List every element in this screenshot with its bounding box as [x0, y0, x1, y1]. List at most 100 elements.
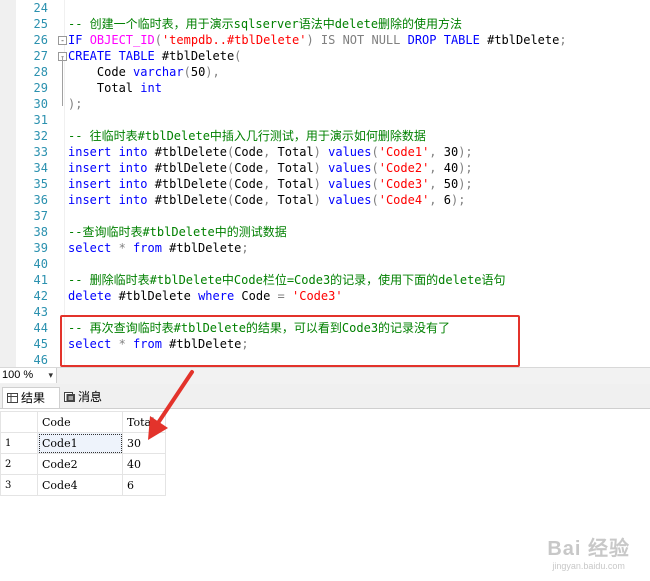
code-line[interactable]: 31: [0, 112, 650, 128]
code-token: ): [313, 193, 329, 207]
line-number: 35: [33, 177, 48, 191]
line-number: 42: [33, 289, 48, 303]
code-line[interactable]: 32 -- 往临时表#tblDelete中插入几行测试，用于演示如何删除数据: [0, 128, 650, 144]
zoom-value: 100 %: [2, 369, 34, 381]
code-token: Total: [277, 193, 314, 207]
row-number[interactable]: 2: [0, 453, 38, 475]
code-line[interactable]: 24: [0, 0, 650, 16]
code-line[interactable]: 35 insert into #tblDelete (Code, Total) va…: [0, 176, 650, 192]
code-token: Total: [277, 177, 314, 191]
code-text: Total int: [68, 80, 162, 96]
code-token: ): [313, 161, 329, 175]
code-token: IF: [68, 33, 90, 47]
line-number: 31: [33, 113, 48, 127]
code-token: #tblDelete: [118, 289, 199, 303]
code-token: *: [118, 241, 134, 255]
code-token: ): [313, 177, 329, 191]
code-line[interactable]: 40: [0, 256, 650, 272]
tab-messages[interactable]: 消息: [62, 387, 118, 407]
code-text: insert into #tblDelete (Code, Total) valu…: [68, 160, 473, 176]
line-number: 27: [33, 49, 48, 63]
code-line[interactable]: 36 insert into #tblDelete (Code, Total) va…: [0, 192, 650, 208]
code-token: (: [234, 49, 242, 63]
code-token: -- 删除临时表#tblDelete中Code栏位=Code3的记录，使用下面的…: [68, 273, 506, 287]
highlight-annotation-box: [60, 315, 520, 367]
code-line[interactable]: 30);: [0, 96, 650, 112]
line-number: 30: [33, 97, 48, 111]
code-token: (: [154, 33, 162, 47]
message-icon: [64, 392, 75, 402]
code-token: #tblDelete: [169, 241, 242, 255]
code-token: 'Code3': [378, 177, 430, 191]
code-line[interactable]: 27-CREATE TABLE #tblDelete(: [0, 48, 650, 64]
code-token: 'Code2': [378, 161, 430, 175]
code-token: 'Code4': [378, 193, 430, 207]
code-token: 50: [190, 65, 206, 79]
code-token: ;: [241, 241, 249, 255]
code-token: ,: [263, 193, 278, 207]
code-line[interactable]: 39 select * from #tblDelete;: [0, 240, 650, 256]
code-token: Code: [234, 161, 264, 175]
grid-cell-total[interactable]: 6: [122, 474, 166, 496]
code-token: ,: [263, 177, 278, 191]
code-text: CREATE TABLE #tblDelete(: [68, 48, 241, 64]
watermark-url: jingyan.baidu.com: [552, 561, 625, 571]
code-token: varchar: [133, 65, 184, 79]
code-token: Code: [234, 145, 264, 159]
code-text: --查询临时表#tblDelete中的测试数据: [68, 224, 287, 240]
sql-editor[interactable]: 24 25 -- 创建一个临时表，用于演示sqlserver语法中delete删除的…: [0, 0, 650, 367]
code-line[interactable]: 33 insert into #tblDelete (Code, Total) va…: [0, 144, 650, 160]
code-line[interactable]: 41 -- 删除临时表#tblDelete中Code栏位=Code3的记录，使用下…: [0, 272, 650, 288]
code-token: (: [371, 145, 379, 159]
code-line[interactable]: 26 - IF OBJECT_ID('tempdb..#tblDelete') IS…: [0, 32, 650, 48]
code-token: 40: [443, 161, 459, 175]
line-number: 25: [33, 17, 48, 31]
code-token: (: [371, 193, 379, 207]
code-token: values: [328, 177, 372, 191]
code-token: ,: [263, 161, 278, 175]
line-number: 34: [33, 161, 48, 175]
code-token: );: [458, 177, 473, 191]
code-token: Code: [234, 177, 264, 191]
code-token: ): [313, 145, 329, 159]
code-token: Total: [277, 161, 314, 175]
code-token: (: [183, 65, 191, 79]
zoom-dropdown[interactable]: 100 % ▾: [0, 368, 57, 383]
code-text: select * from #tblDelete;: [68, 240, 249, 256]
code-line[interactable]: 37: [0, 208, 650, 224]
code-text: delete #tblDelete where Code = 'Code3': [68, 288, 343, 304]
line-number: 26: [33, 33, 48, 47]
code-line[interactable]: 34 insert into #tblDelete (Code, Total) va…: [0, 160, 650, 176]
code-text: -- 往临时表#tblDelete中插入几行测试，用于演示如何删除数据: [68, 128, 426, 144]
code-token: Total: [68, 81, 141, 95]
column-header-code[interactable]: Code: [37, 411, 123, 433]
results-tabs: 结果 消息: [0, 384, 650, 409]
row-number[interactable]: 3: [0, 474, 38, 496]
collapse-icon[interactable]: -: [58, 36, 67, 45]
code-line[interactable]: 28 Code varchar(50),: [0, 64, 650, 80]
code-line[interactable]: 29 Total int: [0, 80, 650, 96]
row-number[interactable]: 1: [0, 432, 38, 454]
code-token: 30: [443, 145, 459, 159]
code-text: insert into #tblDelete (Code, Total) valu…: [68, 144, 473, 160]
code-line[interactable]: 42 delete #tblDelete where Code = 'Code3': [0, 288, 650, 304]
grid-cell-total[interactable]: 40: [122, 453, 166, 475]
code-token: );: [458, 161, 473, 175]
code-line[interactable]: 38 --查询临时表#tblDelete中的测试数据: [0, 224, 650, 240]
tab-results[interactable]: 结果: [2, 387, 60, 408]
line-number: 24: [33, 1, 48, 15]
code-line[interactable]: 25 -- 创建一个临时表，用于演示sqlserver语法中delete删除的使用…: [0, 16, 650, 32]
grid-corner[interactable]: [0, 411, 38, 433]
grid-cell-code[interactable]: Code4: [37, 474, 123, 496]
table-row: 3 Code4 6: [0, 474, 166, 496]
code-token: ,: [429, 145, 444, 159]
grid-cell-code[interactable]: Code2: [37, 453, 123, 475]
line-number: 40: [33, 257, 48, 271]
code-token: values: [328, 145, 372, 159]
code-text: insert into #tblDelete (Code, Total) valu…: [68, 192, 465, 208]
code-text: insert into #tblDelete (Code, Total) valu…: [68, 176, 473, 192]
line-number: 29: [33, 81, 48, 95]
grid-cell-code[interactable]: Code1: [37, 432, 123, 454]
code-token: #tblDelete: [487, 33, 560, 47]
grid-icon: [7, 393, 18, 403]
